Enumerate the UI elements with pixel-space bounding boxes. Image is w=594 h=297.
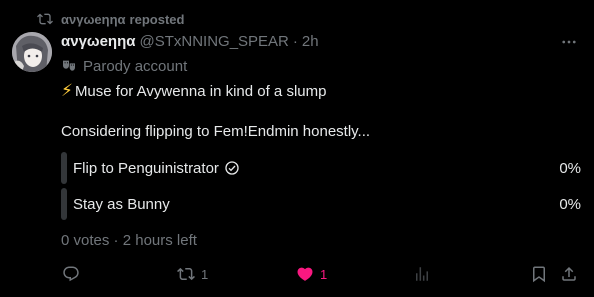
theater-masks-icon [63, 60, 75, 71]
check-circle-icon [225, 161, 239, 175]
display-name[interactable]: ανγωеηηα [61, 33, 135, 50]
poll-option[interactable]: Flip to Penguinistrator 0% [61, 152, 581, 184]
post-header: ανγωеηηα @STxNNING_SPEAR · 2h [61, 31, 319, 51]
share-icon [562, 266, 576, 281]
handle[interactable]: @STxNNING_SPEAR [139, 33, 288, 50]
bar-chart-icon [416, 267, 428, 281]
poll-result-bar [61, 188, 67, 220]
like-count: 1 [320, 266, 328, 282]
post-time[interactable]: 2h [302, 33, 319, 50]
heart-icon [297, 267, 313, 281]
poll-option-label: Stay as Bunny [73, 195, 170, 213]
repost-count: 1 [201, 266, 209, 282]
share-button[interactable] [560, 264, 578, 284]
lightning-emoji: ⚡ [61, 81, 73, 100]
post-text-line-1: ⚡ Muse for Avywenna in kind of a slump [61, 81, 326, 101]
repost-indicator: ανγωеηηα reposted [37, 10, 184, 28]
separator: · [292, 32, 298, 50]
more-options-icon[interactable] [558, 33, 580, 51]
poll-votes: 0 votes [61, 232, 110, 249]
reply-icon [63, 266, 79, 282]
repost-label: reposted [129, 11, 185, 27]
poll-result-bar [61, 152, 67, 184]
poll-option-percent: 0% [559, 159, 581, 177]
bookmark-button[interactable] [530, 264, 548, 284]
poll-meta: 0 votes · 2 hours left [61, 232, 197, 249]
poll-time-left: 2 hours left [122, 232, 197, 249]
parody-badge: Parody account [61, 56, 187, 76]
repost-icon [37, 13, 53, 25]
repost-button[interactable]: 1 [177, 264, 208, 284]
views-button[interactable] [413, 264, 437, 284]
like-button[interactable]: 1 [296, 264, 327, 284]
bookmark-icon [533, 266, 545, 283]
poll-option-label: Flip to Penguinistrator [73, 159, 219, 177]
parody-label: Parody account [83, 57, 188, 75]
post-text-line-2: Considering flipping to Fem!Endmin hones… [61, 123, 371, 140]
poll-option[interactable]: Stay as Bunny 0% [61, 188, 581, 220]
repost-user[interactable]: ανγωеηηα [61, 12, 126, 27]
poll-option-percent: 0% [559, 195, 581, 213]
poll-separator: · [113, 232, 119, 249]
reply-button[interactable] [62, 264, 86, 284]
avatar[interactable] [12, 32, 52, 72]
post-text: Muse for Avywenna in kind of a slump [74, 82, 327, 100]
repost-icon [177, 267, 195, 281]
